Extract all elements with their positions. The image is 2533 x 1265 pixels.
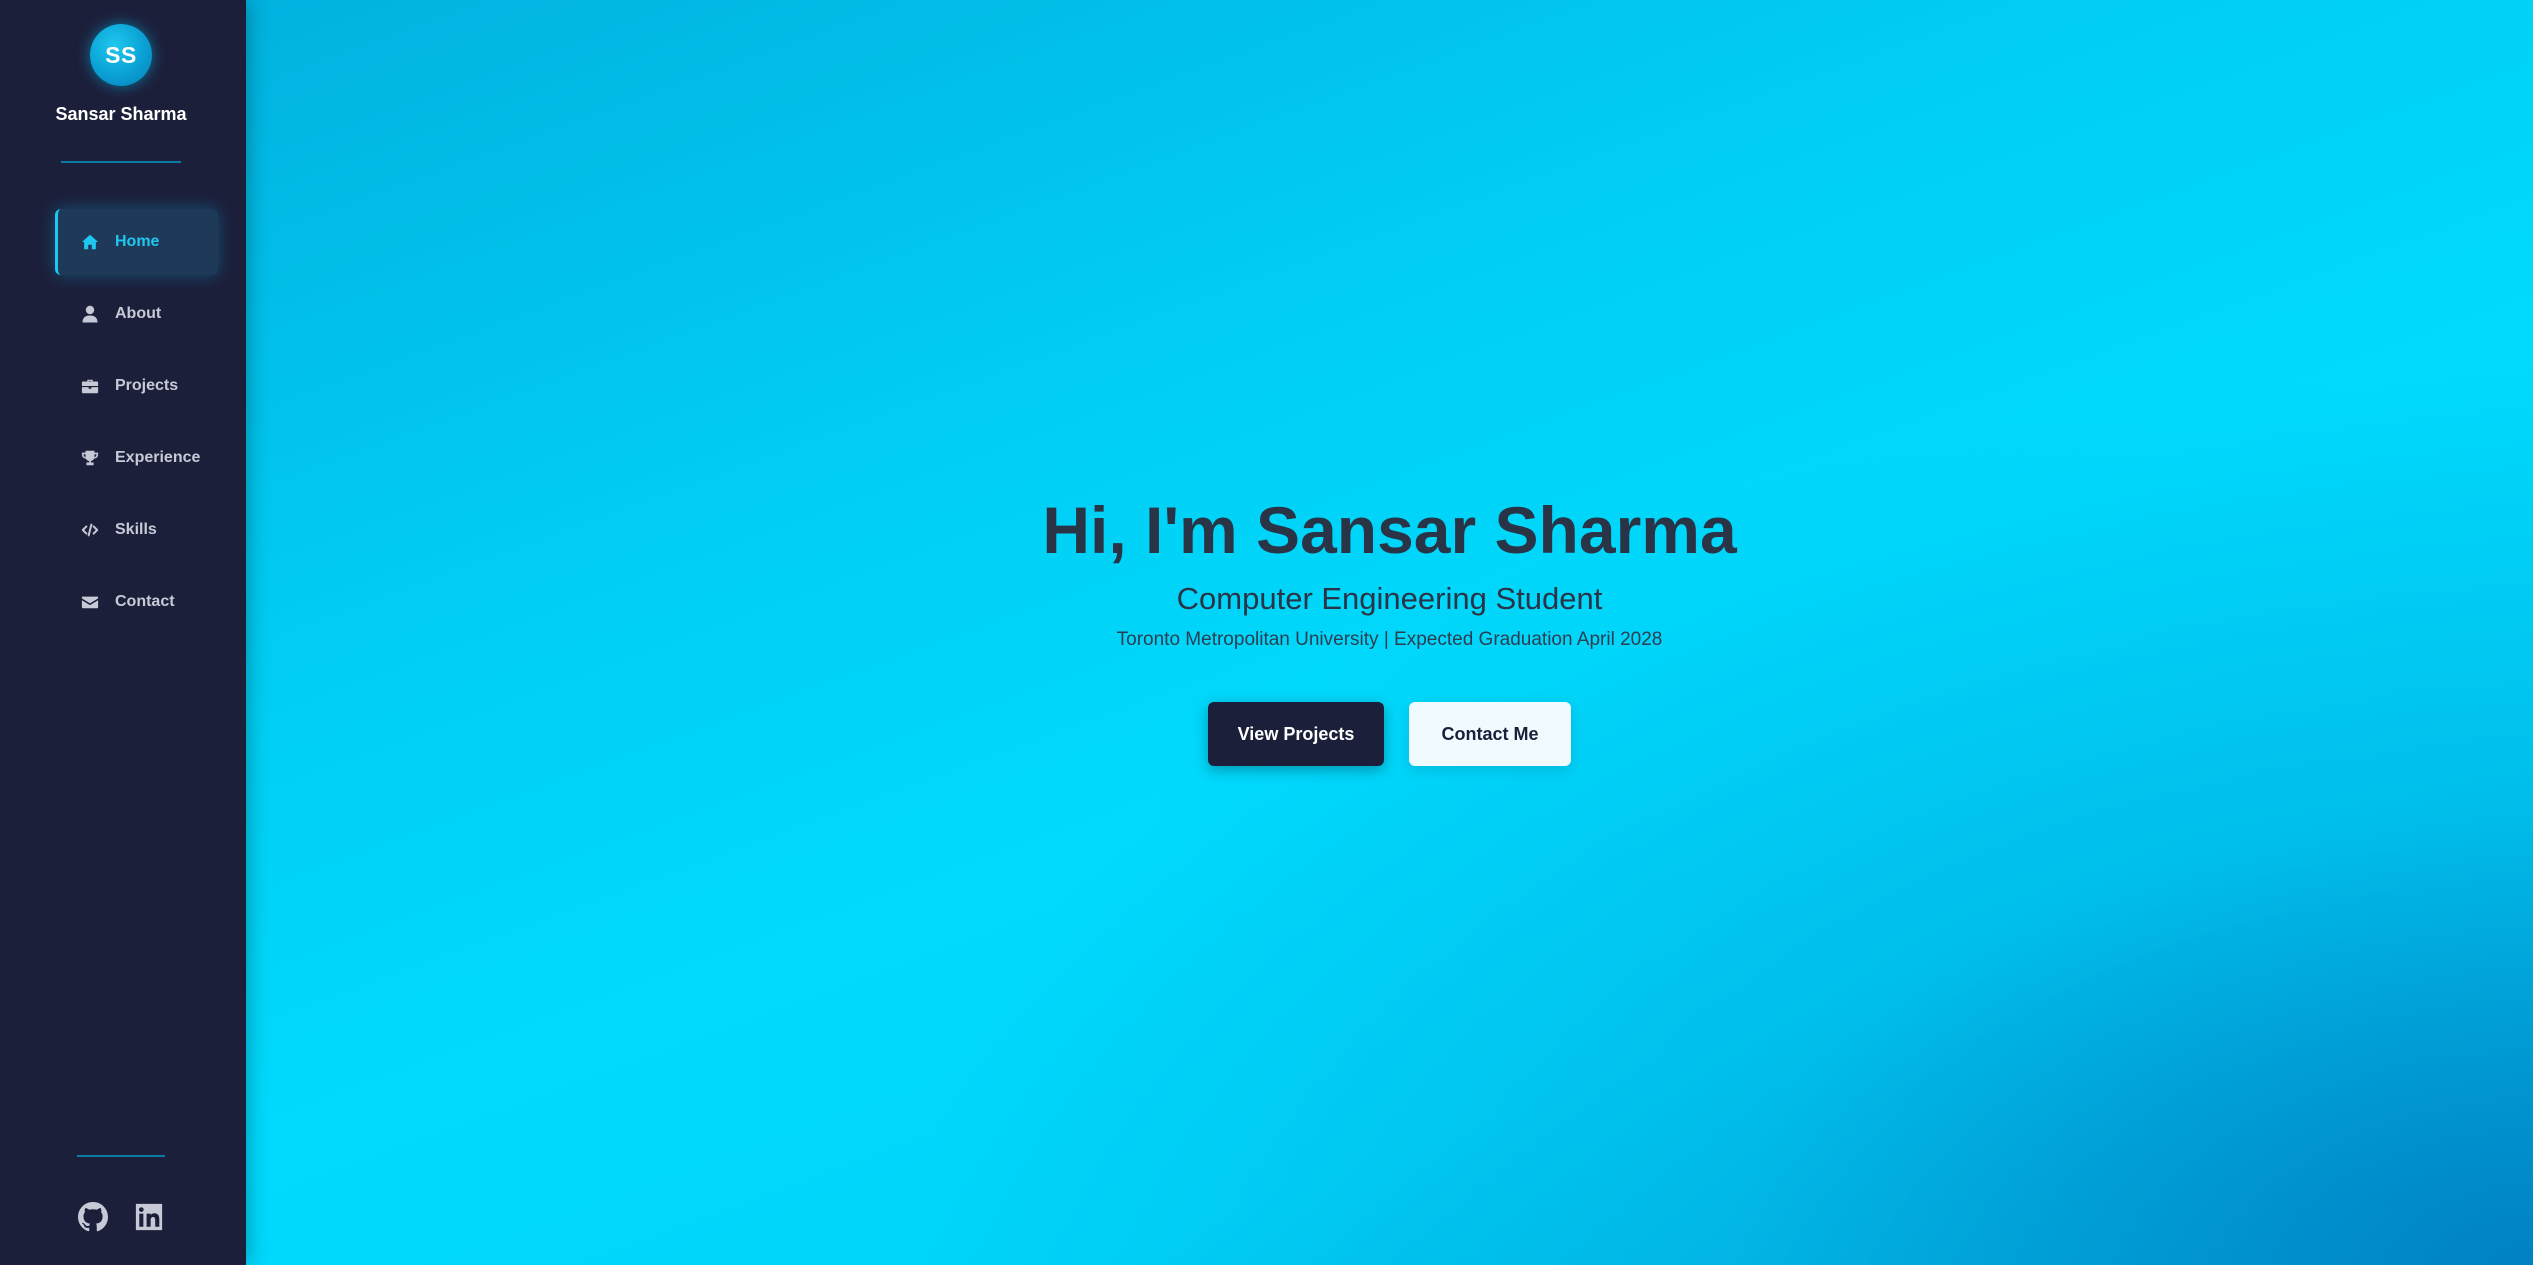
home-icon — [79, 232, 101, 252]
linkedin-icon — [134, 1202, 164, 1237]
github-icon — [78, 1201, 108, 1237]
sidebar-divider — [61, 161, 181, 163]
sidebar-item-label: Experience — [115, 449, 201, 466]
briefcase-icon — [79, 376, 101, 396]
sidebar-item-contact[interactable]: Contact — [55, 569, 218, 635]
sidebar: SS Sansar Sharma Home About Projects Exp… — [0, 0, 246, 1265]
avatar: SS — [90, 24, 152, 86]
hero-title: Hi, I'm Sansar Sharma — [1042, 493, 1737, 567]
sidebar-item-home[interactable]: Home — [55, 209, 218, 275]
sidebar-item-projects[interactable]: Projects — [55, 353, 218, 419]
sidebar-item-label: Projects — [115, 377, 179, 394]
main-content: Hi, I'm Sansar Sharma Computer Engineeri… — [246, 0, 2533, 1265]
sidebar-item-about[interactable]: About — [55, 281, 218, 347]
code-icon — [79, 520, 101, 540]
view-projects-button[interactable]: View Projects — [1208, 702, 1384, 766]
sidebar-divider-bottom — [77, 1155, 165, 1157]
user-icon — [79, 304, 101, 324]
sidebar-item-skills[interactable]: Skills — [55, 497, 218, 563]
contact-me-button[interactable]: Contact Me — [1409, 702, 1571, 766]
sidebar-item-label: Home — [115, 233, 160, 250]
sidebar-item-experience[interactable]: Experience — [55, 425, 218, 491]
hero-subtitle: Computer Engineering Student — [1176, 581, 1603, 616]
linkedin-link[interactable] — [133, 1203, 165, 1235]
hero-buttons: View Projects Contact Me — [246, 702, 2533, 766]
sidebar-nav: Home About Projects Experience Skills Co… — [55, 209, 218, 641]
hero-section: Hi, I'm Sansar Sharma Computer Engineeri… — [246, 490, 2533, 766]
github-link[interactable] — [77, 1201, 109, 1237]
profile-name: Sansar Sharma — [55, 104, 187, 124]
sidebar-item-label: Skills — [115, 521, 157, 538]
avatar-initials: SS — [105, 41, 137, 68]
sidebar-item-label: About — [115, 305, 162, 322]
sidebar-item-label: Contact — [115, 593, 175, 610]
envelope-icon — [79, 592, 101, 612]
trophy-icon — [79, 448, 101, 468]
hero-meta: Toronto Metropolitan University | Expect… — [1116, 629, 1663, 650]
